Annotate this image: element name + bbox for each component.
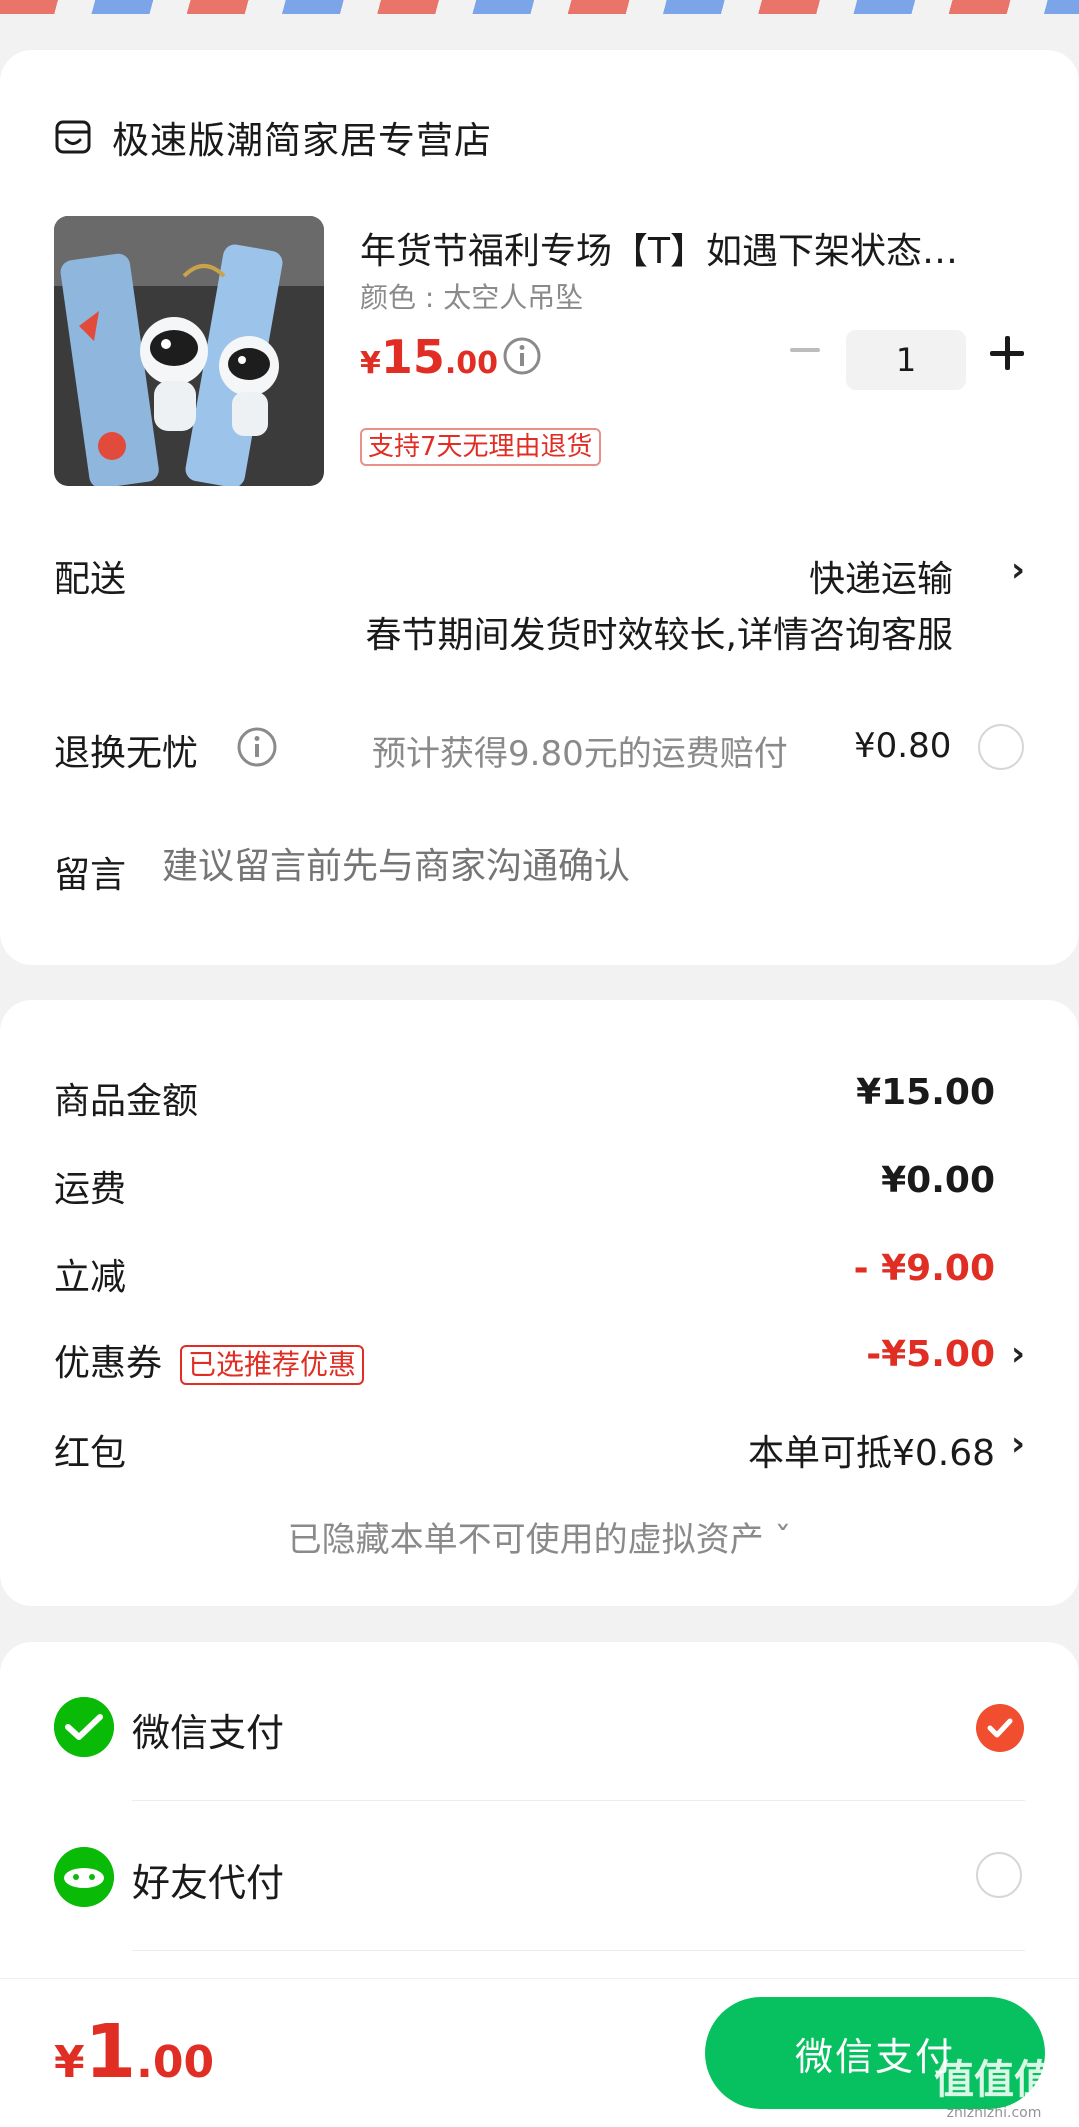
freight-value: ¥0.00: [881, 1160, 995, 1201]
shipping-note: 春节期间发货时效较长,详情咨询客服: [365, 615, 953, 656]
message-label: 留言: [54, 855, 127, 896]
price-integer: 15: [380, 330, 445, 384]
return-policy-badge: 支持7天无理由退货: [360, 428, 601, 466]
shipping-method[interactable]: 快递运输: [809, 550, 953, 602]
price-currency: ¥: [360, 346, 381, 381]
red-packet-label: 红包: [54, 1433, 127, 1474]
worry-free-radio[interactable]: [978, 724, 1024, 770]
shipping-chevron-right-icon[interactable]: ›: [1011, 550, 1025, 590]
worry-free-info-icon[interactable]: [236, 726, 278, 768]
watermark-logo: 值值值: [934, 2057, 1054, 2103]
coupon-row[interactable]: 优惠券 已选推荐优惠 -¥5.00: [54, 1334, 995, 1386]
store-row[interactable]: 极速版潮简家居专营店: [54, 110, 492, 164]
coupon-label: 优惠券: [54, 1343, 163, 1384]
discount-row: 立减 - ¥9.00: [54, 1248, 995, 1300]
discount-value: - ¥9.00: [853, 1248, 995, 1289]
worry-free-label: 退换无忧: [54, 733, 199, 774]
friend-pay-label[interactable]: 好友代付: [132, 1852, 284, 1907]
product-spec: 颜色 : 太空人吊坠: [360, 281, 584, 314]
total-decimal: .00: [136, 2037, 215, 2088]
discount-label: 立减: [54, 1257, 127, 1298]
coupon-selected-badge: 已选推荐优惠: [180, 1345, 365, 1385]
coupon-value: -¥5.00: [866, 1334, 995, 1375]
payment-divider: [132, 1800, 1025, 1801]
product-price: ¥15.00: [360, 330, 498, 384]
product-image[interactable]: [54, 216, 324, 486]
order-total: ¥1.00: [54, 2009, 214, 2095]
friend-pay-radio[interactable]: [976, 1852, 1022, 1898]
message-input[interactable]: [162, 846, 962, 887]
watermark-url: zhizhizhi.com: [946, 2105, 1042, 2121]
worry-free-price: ¥0.80: [854, 726, 952, 766]
order-card: 极速版潮简家居专营店 年货节福利专场【T】如遇下架状态… 颜色 : 太空人吊坠 …: [0, 50, 1079, 965]
store-name: 极速版潮简家居专营店: [112, 119, 492, 162]
payment-divider: [132, 1950, 1025, 1951]
freight-row: 运费 ¥0.00: [54, 1160, 995, 1212]
coupon-chevron-right-icon[interactable]: ›: [1011, 1334, 1025, 1374]
envelope-stripe-decoration: [0, 0, 1079, 14]
quantity-input[interactable]: 1: [846, 330, 966, 390]
hidden-assets-toggle[interactable]: 已隐藏本单不可使用的虚拟资产 ˇ: [0, 1512, 1079, 1561]
product-title[interactable]: 年货节福利专场【T】如遇下架状态…: [360, 222, 1020, 274]
friend-pay-icon: [54, 1847, 114, 1907]
store-icon: [55, 120, 91, 154]
wechat-pay-label[interactable]: 微信支付: [132, 1702, 284, 1757]
worry-free-description: 预计获得9.80元的运费赔付: [372, 734, 788, 774]
total-currency: ¥: [54, 2037, 85, 2088]
quantity-minus-button[interactable]: [790, 348, 820, 352]
shipping-label: 配送: [54, 559, 127, 600]
wechat-pay-checked-icon[interactable]: [976, 1704, 1024, 1752]
red-packet-row[interactable]: 红包 本单可抵¥0.68: [54, 1424, 995, 1476]
red-packet-chevron-right-icon[interactable]: ›: [1011, 1424, 1025, 1464]
quantity-plus-button[interactable]: [990, 336, 1024, 370]
goods-amount-label: 商品金额: [54, 1081, 199, 1122]
freight-label: 运费: [54, 1169, 127, 1210]
goods-amount-value: ¥15.00: [856, 1072, 995, 1113]
price-decimal: .00: [444, 346, 499, 381]
wechat-pay-icon: [54, 1697, 114, 1757]
red-packet-value: 本单可抵¥0.68: [747, 1433, 995, 1474]
price-summary-card: 商品金额 ¥15.00 运费 ¥0.00 立减 - ¥9.00 优惠券 已选推荐优…: [0, 1000, 1079, 1606]
site-watermark: 值值值 zhizhizhi.com: [919, 2047, 1069, 2121]
goods-amount-row: 商品金额 ¥15.00: [54, 1072, 995, 1124]
checkout-bottom-bar: ¥1.00 微信支付 值值值 zhizhizhi.com: [0, 1978, 1079, 2127]
price-info-icon[interactable]: [502, 336, 542, 376]
total-integer: 1: [84, 2009, 137, 2095]
